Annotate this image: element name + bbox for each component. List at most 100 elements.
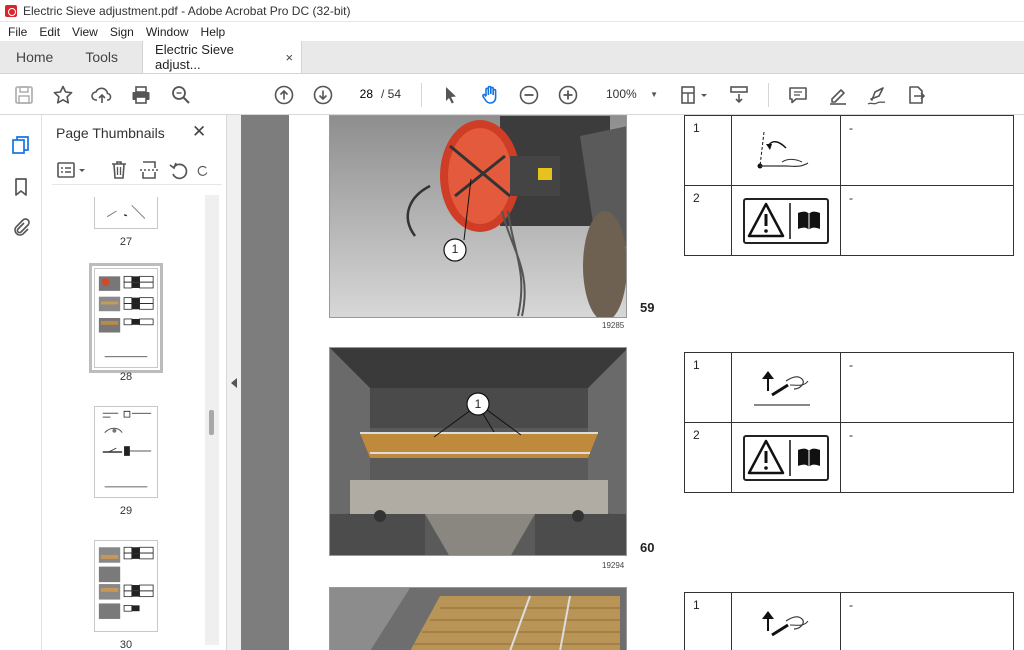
menu-view[interactable]: View xyxy=(66,25,104,39)
table-row: 1 - xyxy=(684,115,1014,186)
arrow-down-circle-icon xyxy=(313,85,333,105)
zoom-level-value: 100% xyxy=(606,87,637,101)
scroll-mode-button[interactable] xyxy=(727,83,751,107)
zoom-in-button[interactable] xyxy=(556,83,580,107)
toolbar-divider xyxy=(421,83,422,107)
bookmark-star-button[interactable] xyxy=(51,83,75,107)
collapse-left-icon xyxy=(231,377,237,388)
tab-document[interactable]: Electric Sieve adjust... × xyxy=(142,41,303,73)
image-id: 19285 xyxy=(602,321,625,330)
page-thumbnails-button[interactable] xyxy=(9,133,33,157)
row-description: - xyxy=(840,422,1014,493)
warning-triangle-icon xyxy=(747,439,820,476)
zoom-level-select[interactable]: 100% ▼ xyxy=(598,84,662,104)
paperclip-icon xyxy=(14,218,30,236)
comment-button[interactable] xyxy=(786,83,810,107)
rotate-ccw-icon xyxy=(169,162,188,180)
pdf-page: 1 59 19285 1 - 2 - 1 60 19294 1 - 2 - 1 … xyxy=(289,115,1024,650)
thumbnail-options-button[interactable] xyxy=(56,159,90,181)
rotate-left-button[interactable] xyxy=(168,159,190,181)
page-number-input[interactable] xyxy=(352,84,376,104)
figure-number: 59 xyxy=(640,300,655,315)
tab-bar: Home Tools Electric Sieve adjust... × xyxy=(0,41,1024,74)
fountain-pen-sign-icon xyxy=(867,87,886,105)
symbol-table: 1 - 2 - xyxy=(684,115,1014,256)
page-29-preview xyxy=(102,410,152,488)
thumbnail-list: 27 28 29 30 xyxy=(42,197,227,650)
share-send-button[interactable] xyxy=(904,83,928,107)
save-button[interactable] xyxy=(12,83,36,107)
zoom-out-button[interactable] xyxy=(517,83,541,107)
page-27-preview xyxy=(106,204,146,219)
search-button[interactable] xyxy=(169,83,193,107)
thumbnail-label: 29 xyxy=(119,505,133,517)
rotate-right-button[interactable] xyxy=(196,159,210,181)
window-title: Electric Sieve adjustment.pdf - Adobe Ac… xyxy=(23,3,351,18)
thumbnail-scrollbar[interactable] xyxy=(205,195,219,645)
warning-manual-icon xyxy=(743,434,829,481)
row-number: 2 xyxy=(684,185,732,256)
thumbnail-page-27[interactable] xyxy=(94,197,158,229)
row-number: 1 xyxy=(684,115,732,186)
delete-page-button[interactable] xyxy=(108,159,130,181)
previous-page-button[interactable] xyxy=(272,83,296,107)
next-page-button[interactable] xyxy=(311,83,335,107)
panel-title: Page Thumbnails xyxy=(56,125,165,141)
table-row: 2 - xyxy=(684,422,1014,493)
hand-tool-button[interactable] xyxy=(478,83,502,107)
document-view[interactable]: 1 59 19285 1 - 2 - 1 60 19294 1 - 2 - 1 … xyxy=(241,115,1024,650)
thumbnail-label: 28 xyxy=(119,371,133,383)
comment-bubble-icon xyxy=(789,87,807,104)
table-row: 1 - xyxy=(684,592,1014,650)
tab-home[interactable]: Home xyxy=(0,41,69,73)
select-tool-button[interactable] xyxy=(439,83,463,107)
close-tab-button[interactable]: × xyxy=(285,50,293,65)
menu-window[interactable]: Window xyxy=(140,25,195,39)
menu-edit[interactable]: Edit xyxy=(33,25,66,39)
menu-file[interactable]: File xyxy=(0,25,33,39)
thumbnail-toolbar xyxy=(52,157,222,185)
menu-help[interactable]: Help xyxy=(195,25,232,39)
row-number: 2 xyxy=(684,422,732,493)
thumbnail-page-29[interactable] xyxy=(94,406,158,498)
sign-button[interactable] xyxy=(865,83,889,107)
row-number: 1 xyxy=(684,352,732,423)
hand-icon xyxy=(482,85,497,104)
thumbnail-page-28[interactable] xyxy=(89,263,163,373)
print-button[interactable] xyxy=(129,83,153,107)
thumbnail-label: 27 xyxy=(119,236,133,248)
pen-highlight-icon xyxy=(830,89,846,105)
upload-cloud-button[interactable] xyxy=(90,83,114,107)
toolbar-divider xyxy=(768,83,769,107)
row-number: 1 xyxy=(684,592,732,650)
image-id: 19294 xyxy=(602,561,625,570)
cursor-arrow-icon xyxy=(446,87,456,104)
attachments-button[interactable] xyxy=(9,216,33,240)
row-description: - xyxy=(840,592,1014,650)
page-total: / 54 xyxy=(381,87,402,101)
chevron-down-icon: ▼ xyxy=(650,89,658,99)
extract-page-button[interactable] xyxy=(138,159,160,181)
minus-circle-icon xyxy=(519,85,539,105)
page-thumbnails-panel: Page Thumbnails ✕ 27 28 29 30 xyxy=(42,115,227,650)
page-display-button[interactable] xyxy=(678,83,708,107)
acrobat-logo-icon xyxy=(5,4,17,17)
scrollbar-thumb[interactable] xyxy=(209,410,214,435)
row-description: - xyxy=(840,352,1014,423)
warning-read-manual-symbol xyxy=(731,422,841,493)
warning-triangle-icon xyxy=(747,202,820,239)
sieve-grid-photo xyxy=(330,588,626,650)
symbol-table: 1 - xyxy=(684,592,1014,650)
arrow-up-circle-icon xyxy=(274,85,294,105)
highlight-button[interactable] xyxy=(826,83,850,107)
panel-collapse-splitter[interactable] xyxy=(227,115,241,650)
bookmarks-button[interactable] xyxy=(9,175,33,199)
star-icon xyxy=(53,85,73,104)
figure-number: 60 xyxy=(640,540,655,555)
tab-tools[interactable]: Tools xyxy=(69,41,134,73)
menu-sign[interactable]: Sign xyxy=(104,25,140,39)
title-bar: Electric Sieve adjustment.pdf - Adobe Ac… xyxy=(0,0,1024,22)
table-row: 2 - xyxy=(684,185,1014,256)
close-panel-button[interactable]: ✕ xyxy=(192,122,206,142)
thumbnail-page-30[interactable] xyxy=(94,540,158,632)
